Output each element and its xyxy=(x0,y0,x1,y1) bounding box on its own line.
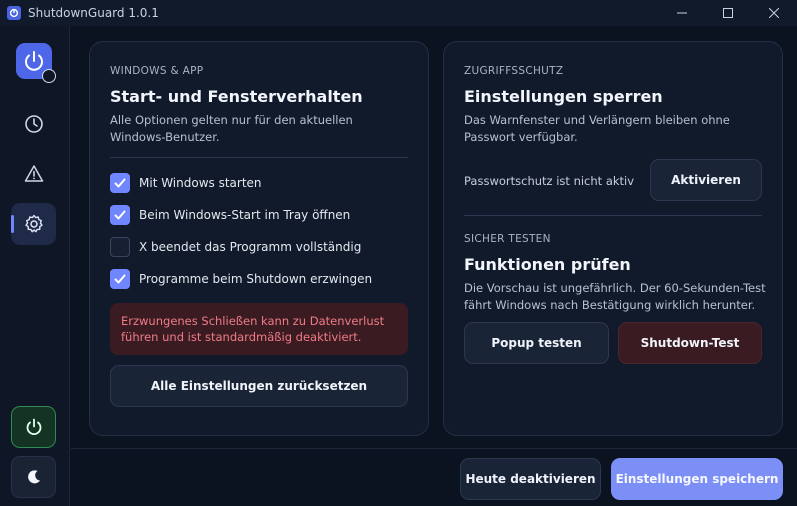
app-logo-button[interactable] xyxy=(16,43,56,83)
lock-title: Einstellungen sperren xyxy=(464,87,663,106)
section-title: Start- und Fensterverhalten xyxy=(110,87,363,106)
password-status: Passwortschutz ist nicht aktiv xyxy=(464,174,635,188)
sidebar-item-warnings[interactable] xyxy=(11,153,56,195)
checkbox-unchecked[interactable] xyxy=(110,237,130,257)
minimize-icon xyxy=(677,12,687,14)
window-title: ShutdownGuard 1.0.1 xyxy=(28,6,159,20)
save-settings-button[interactable]: Einstellungen speichern xyxy=(611,458,783,500)
sidebar-item-settings[interactable] xyxy=(11,203,56,245)
section-eyebrow: WINDOWS & APP xyxy=(110,65,204,77)
section-divider xyxy=(464,215,762,216)
footer-divider xyxy=(71,448,797,449)
history-icon xyxy=(24,115,43,133)
minimize-button[interactable] xyxy=(659,0,705,26)
warning-icon xyxy=(24,165,43,182)
gear-icon xyxy=(24,214,43,233)
option-label: Programme beim Shutdown erzwingen xyxy=(139,272,373,286)
lock-description: Das Warnfenster und Verlängern bleiben o… xyxy=(464,113,730,144)
lock-eyebrow: ZUGRIFFSSCHUTZ xyxy=(464,65,564,77)
theme-toggle-button[interactable] xyxy=(11,456,56,498)
option-label: X beendet das Programm vollständig xyxy=(139,240,362,254)
power-button[interactable] xyxy=(11,406,56,448)
section-description: Alle Optionen gelten nur für den aktuell… xyxy=(110,113,353,144)
popup-test-button[interactable]: Popup testen xyxy=(464,322,609,364)
option-force-shutdown[interactable]: Programme beim Shutdown erzwingen xyxy=(110,269,372,289)
clock-badge-icon xyxy=(42,69,56,83)
app-logo-icon xyxy=(7,6,21,20)
checkmark-icon xyxy=(114,178,126,188)
close-button[interactable] xyxy=(751,0,797,26)
startup-settings-card: WINDOWS & APP Start- und Fensterverhalte… xyxy=(89,41,429,436)
disable-today-button[interactable]: Heute deaktivieren xyxy=(460,458,601,500)
security-test-card: ZUGRIFFSSCHUTZ Einstellungen sperren Das… xyxy=(443,41,783,436)
moon-icon xyxy=(27,470,40,484)
activate-password-button[interactable]: Aktivieren xyxy=(650,159,762,201)
checkmark-icon xyxy=(114,210,126,220)
checkmark-icon xyxy=(114,274,126,284)
active-indicator xyxy=(11,215,14,233)
checkbox-checked[interactable] xyxy=(110,269,130,289)
sidebar-item-history[interactable] xyxy=(11,103,56,145)
reset-settings-button[interactable]: Alle Einstellungen zurücksetzen xyxy=(110,365,408,407)
shutdown-test-button[interactable]: Shutdown-Test xyxy=(618,322,762,364)
maximize-icon xyxy=(723,8,733,18)
option-x-quits-app[interactable]: X beendet das Programm vollständig xyxy=(110,237,361,257)
option-start-with-windows[interactable]: Mit Windows starten xyxy=(110,173,262,193)
sidebar xyxy=(0,26,70,506)
section-divider xyxy=(110,157,408,158)
test-eyebrow: SICHER TESTEN xyxy=(464,233,551,245)
option-label: Beim Windows-Start im Tray öffnen xyxy=(139,208,351,222)
checkbox-checked[interactable] xyxy=(110,173,130,193)
window-controls xyxy=(659,0,797,26)
force-close-warning: Erzwungenes Schließen kann zu Datenverlu… xyxy=(110,303,408,355)
test-title: Funktionen prüfen xyxy=(464,255,631,274)
power-icon xyxy=(26,418,41,436)
option-label: Mit Windows starten xyxy=(139,176,262,190)
checkbox-checked[interactable] xyxy=(110,205,130,225)
power-clock-icon xyxy=(25,51,43,71)
title-bar: ShutdownGuard 1.0.1 xyxy=(0,0,797,26)
test-description: Die Vorschau ist ungefährlich. Der 60-Se… xyxy=(464,281,766,312)
maximize-button[interactable] xyxy=(705,0,751,26)
close-icon xyxy=(769,8,779,18)
option-open-in-tray[interactable]: Beim Windows-Start im Tray öffnen xyxy=(110,205,350,225)
